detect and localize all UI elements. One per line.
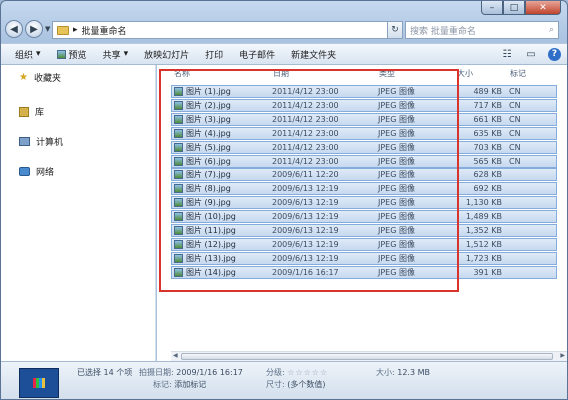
close-button[interactable]: ✕ xyxy=(525,1,561,15)
breadcrumb-arrow-icon: ▸ xyxy=(73,25,78,35)
selection-highlight-box xyxy=(159,69,459,292)
forward-button[interactable]: ▶ xyxy=(25,20,43,38)
file-tag: CN xyxy=(509,87,521,96)
minimize-button[interactable]: – xyxy=(481,1,503,15)
recent-pages-dropdown[interactable]: ▼ xyxy=(45,25,50,33)
preview-icon xyxy=(56,49,66,59)
selection-thumbnail xyxy=(19,368,59,398)
star-icon: ★ xyxy=(19,72,28,83)
file-tag: CN xyxy=(509,128,521,138)
scroll-right-icon[interactable]: ▶ xyxy=(560,352,565,359)
preview-pane-icon[interactable]: ▭ xyxy=(524,47,538,61)
navigation-pane: ★ 收藏夹 库 计算机 网络 xyxy=(1,65,156,361)
share-menu[interactable]: 共享 ▾ xyxy=(103,48,129,61)
search-placeholder: 搜索 批量重命名 xyxy=(410,26,476,37)
nav-item-libraries[interactable]: 库 xyxy=(19,105,44,118)
scroll-left-icon[interactable]: ◀ xyxy=(173,352,178,359)
date-taken: 拍摄日期: 2009/1/16 16:17 xyxy=(139,368,243,377)
nav-item-favorites[interactable]: ★ 收藏夹 xyxy=(19,71,61,84)
dimensions: 尺寸: (多个数值) xyxy=(266,380,326,389)
chevron-down-icon: ▾ xyxy=(123,49,129,59)
refresh-button[interactable]: ↻ xyxy=(387,21,403,39)
file-tag: CN xyxy=(509,156,521,166)
rating[interactable]: 分级: ☆☆☆☆☆ xyxy=(266,367,328,378)
maximize-button[interactable]: □ xyxy=(503,1,525,15)
preview-button[interactable]: 预览 xyxy=(56,48,87,61)
scrollbar-thumb[interactable] xyxy=(181,353,553,360)
search-icon: ⌕ xyxy=(548,25,554,35)
help-icon[interactable]: ? xyxy=(548,47,561,61)
address-bar[interactable]: ▸ 批量重命名 xyxy=(52,21,397,39)
rating-stars-icon[interactable]: ☆☆☆☆☆ xyxy=(287,368,328,377)
library-icon xyxy=(19,106,29,117)
nav-item-computer[interactable]: 计算机 xyxy=(19,135,63,148)
column-header-tag[interactable]: 标记 xyxy=(510,68,526,82)
chevron-down-icon: ▾ xyxy=(36,49,41,59)
total-size: 大小: 12.3 MB xyxy=(376,368,430,377)
folder-icon xyxy=(57,25,69,35)
horizontal-scrollbar[interactable]: ◀ ▶ xyxy=(171,351,567,361)
back-button[interactable]: ◀ xyxy=(5,20,23,38)
file-tag: CN xyxy=(509,114,521,124)
address-path[interactable]: 批量重命名 xyxy=(82,24,127,37)
email-button[interactable]: 电子邮件 xyxy=(239,48,275,61)
network-icon xyxy=(19,167,30,176)
computer-icon xyxy=(19,137,30,146)
view-options-icon[interactable]: ☷ xyxy=(500,47,514,61)
tags[interactable]: 标记: 添加标记 xyxy=(153,379,206,390)
file-tag: CN xyxy=(509,142,521,152)
column-header-size[interactable]: 大小 xyxy=(457,68,473,82)
file-tag: CN xyxy=(509,100,521,110)
details-pane: 已选择 14 个项 拍摄日期: 2009/1/16 16:17 标记: 添加标记… xyxy=(1,361,567,399)
nav-item-network[interactable]: 网络 xyxy=(19,165,54,178)
title-bar: – □ ✕ ◀ ▶ ▼ ▸ 批量重命名 ↻ 搜索 批量重命名 ⌕ xyxy=(1,1,567,41)
window-controls: – □ ✕ xyxy=(481,1,561,15)
slideshow-button[interactable]: 放映幻灯片 xyxy=(144,48,189,61)
windows-logo-icon xyxy=(33,378,45,388)
print-button[interactable]: 打印 xyxy=(205,48,223,61)
explorer-window: – □ ✕ ◀ ▶ ▼ ▸ 批量重命名 ↻ 搜索 批量重命名 ⌕ 组织 ▾ 预览 … xyxy=(0,0,568,400)
command-bar: 组织 ▾ 预览 共享 ▾ 放映幻灯片 打印 电子邮件 新建文件夹 ☷ ▭ ? xyxy=(1,43,567,65)
selected-count: 已选择 14 个项 xyxy=(77,368,133,377)
search-input[interactable]: 搜索 批量重命名 ⌕ xyxy=(405,21,559,39)
toolbar-right: ☷ ▭ ? xyxy=(500,47,561,61)
organize-menu[interactable]: 组织 ▾ xyxy=(15,48,41,61)
new-folder-button[interactable]: 新建文件夹 xyxy=(291,48,336,61)
